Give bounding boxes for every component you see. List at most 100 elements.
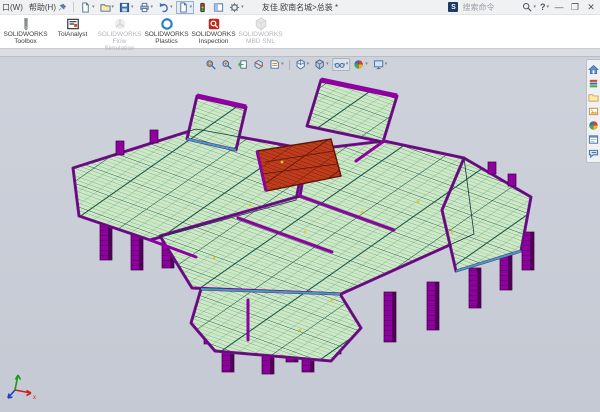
toolbar-separator (73, 2, 74, 12)
rebuild-icon (197, 2, 208, 13)
menu-help[interactable]: 帮助(H) (29, 2, 56, 13)
title-bar: 口(W) 帮助(H) ▾ ▾ ▾ ▾ ▾ ▾ ▾ 友佳.欧南名城>总装 * S 搜索命令 ▾… (0, 0, 600, 15)
new-document-button[interactable]: ▾ (78, 1, 97, 14)
close-button[interactable]: ✕ (585, 3, 597, 12)
dropdown-caret-icon[interactable]: ▾ (326, 62, 329, 67)
previous-view-button[interactable] (235, 58, 250, 71)
previous-view-icon (237, 59, 248, 70)
display-style-button[interactable]: ▾ (312, 58, 331, 71)
display-pane-icon (213, 2, 224, 13)
addins-button-row: SOLIDWORKS ToolboxTolAnalystSOLIDWORKS F… (0, 15, 600, 48)
solidworks-resources-tab[interactable] (588, 63, 600, 75)
ribbon: SOLIDWORKS Toolbox TolAnalyst SOLIDWORKS F… (0, 15, 600, 57)
dynamic-annotation-views-icon (269, 59, 280, 70)
solidworks-forum-icon (588, 148, 599, 159)
appearances-scenes-icon (588, 120, 599, 131)
restore-button[interactable]: ❐ (569, 3, 581, 12)
assembly-model[interactable] (0, 57, 600, 412)
view-orientation-icon (295, 59, 306, 70)
pin-menu-icon[interactable] (58, 3, 67, 12)
save-icon (119, 2, 130, 13)
select-sheet-button[interactable]: ▾ (176, 1, 195, 14)
solidworks-forum-tab[interactable] (588, 147, 600, 159)
dropdown-caret-icon[interactable]: ▾ (151, 5, 154, 10)
view-palette-tab[interactable] (588, 105, 600, 117)
task-pane-strip (586, 59, 600, 163)
view-settings-icon (373, 59, 384, 70)
zoom-to-area-button[interactable] (219, 58, 234, 71)
solidworks-plastics-button[interactable]: SOLIDWORKS Plastics (143, 16, 190, 45)
search-icon[interactable]: ▾ (522, 2, 536, 12)
view-settings-button[interactable]: ▾ (371, 58, 390, 71)
tolanalyst-label: TolAnalyst (58, 31, 88, 38)
display-pane-button[interactable] (211, 1, 226, 14)
open-icon (100, 2, 111, 13)
display-style-icon (314, 59, 325, 70)
rebuild-button[interactable] (195, 1, 210, 14)
command-tab-strip[interactable] (0, 48, 600, 57)
solidworks-resources-icon (588, 64, 599, 75)
dynamic-annotation-views-button[interactable]: ▾ (267, 58, 286, 71)
zoom-to-fit-icon (205, 59, 216, 70)
solidworks-inspection-icon (207, 16, 221, 31)
file-explorer-tab[interactable] (588, 91, 600, 103)
open-button[interactable]: ▾ (98, 1, 117, 14)
select-sheet-icon (178, 2, 189, 13)
view-orientation-button[interactable]: ▾ (293, 58, 312, 71)
dropdown-caret-icon[interactable]: ▾ (307, 62, 310, 67)
solidworks-inspection-button[interactable]: SOLIDWORKS Inspection (190, 16, 237, 45)
section-view-button[interactable] (251, 58, 266, 71)
print-icon (139, 2, 150, 13)
save-button[interactable]: ▾ (117, 1, 136, 14)
solidworks-flow-simulation-icon (113, 16, 127, 31)
solidworks-toolbox-button[interactable]: SOLIDWORKS Toolbox (2, 16, 49, 45)
tolanalyst-icon (66, 16, 80, 31)
headsup-view-toolbar: ▾ ▾ ▾ ▾ ▾ ▾ (201, 57, 391, 72)
custom-properties-icon (588, 134, 599, 145)
edit-appearance-button[interactable]: ▾ (351, 58, 370, 71)
zoom-to-fit-button[interactable] (203, 58, 218, 71)
dropdown-caret-icon[interactable]: ▾ (92, 5, 95, 10)
dropdown-caret-icon[interactable]: ▾ (131, 5, 134, 10)
dropdown-caret-icon[interactable]: ▾ (112, 5, 115, 10)
solidworks-plastics-label: SOLIDWORKS Plastics (144, 31, 188, 45)
dropdown-caret-icon[interactable]: ▾ (241, 5, 244, 10)
document-title: 友佳.欧南名城>总装 * (262, 2, 338, 13)
design-library-tab[interactable] (588, 77, 600, 89)
titlebar-right: S 搜索命令 ▾ ?▾ — ❐ ✕ (448, 2, 600, 13)
options-icon (229, 2, 240, 13)
view-palette-icon (588, 106, 599, 117)
tolanalyst-button[interactable]: TolAnalyst (49, 16, 96, 38)
dropdown-caret-icon[interactable]: ▾ (385, 62, 388, 67)
print-button[interactable]: ▾ (137, 1, 156, 14)
design-library-icon (588, 78, 599, 89)
solidworks-plastics-icon (160, 16, 174, 31)
dropdown-caret-icon[interactable]: ▾ (281, 62, 284, 67)
solidworks-mbd-snl-icon (254, 16, 268, 31)
dropdown-caret-icon[interactable]: ▾ (170, 5, 173, 10)
minimize-button[interactable]: — (553, 3, 565, 12)
solidworks-flow-simulation-button: SOLIDWORKS Flow Simulation (96, 16, 143, 52)
solidworks-inspection-label: SOLIDWORKS Inspection (191, 31, 235, 45)
solidworks-mbd-snl-label: SOLIDWORKS MBD SNL (238, 31, 282, 45)
options-button[interactable]: ▾ (227, 1, 246, 14)
help-button[interactable]: ?▾ (540, 2, 549, 12)
hide-show-items-icon (334, 59, 345, 70)
graphics-viewport[interactable]: ▾ ▾ ▾ ▾ ▾ ▾ x (0, 57, 600, 412)
menu-window[interactable]: 口(W) (2, 2, 23, 13)
solidworks-logo-icon: S (448, 2, 458, 12)
section-view-icon (253, 59, 264, 70)
undo-icon (158, 2, 169, 13)
solidworks-toolbox-icon (19, 16, 33, 31)
dropdown-caret-icon[interactable]: ▾ (365, 62, 368, 67)
custom-properties-tab[interactable] (588, 133, 600, 145)
appearances-scenes-tab[interactable] (588, 119, 600, 131)
solidworks-toolbox-label: SOLIDWORKS Toolbox (3, 31, 47, 45)
dropdown-caret-icon[interactable]: ▾ (190, 5, 193, 10)
origin-triad: x (3, 372, 41, 404)
dropdown-caret-icon[interactable]: ▾ (346, 62, 349, 67)
new-document-icon (80, 2, 91, 13)
undo-button[interactable]: ▾ (156, 1, 175, 14)
hide-show-items-button[interactable]: ▾ (332, 58, 351, 71)
command-search-input[interactable]: 搜索命令 (462, 2, 518, 13)
